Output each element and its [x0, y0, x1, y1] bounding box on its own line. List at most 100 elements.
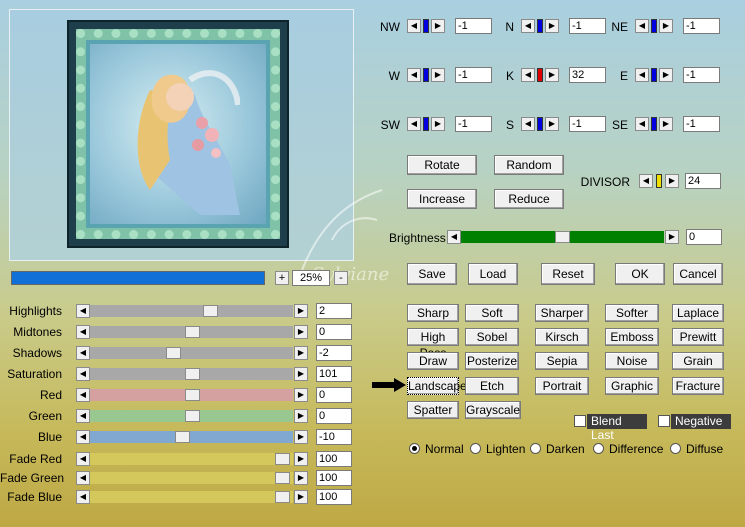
matrix-n-indicator[interactable]	[537, 19, 543, 33]
blend-diffuse-radio[interactable]	[670, 443, 681, 454]
fade-green-field[interactable]: 100	[316, 470, 352, 486]
red-thumb[interactable]	[185, 389, 200, 401]
load-button[interactable]: Load	[468, 263, 518, 285]
green-left-button[interactable]: ◀	[76, 409, 90, 423]
matrix-w-decrease-button[interactable]: ◀	[407, 68, 421, 82]
green-field[interactable]: 0	[316, 408, 352, 424]
red-left-button[interactable]: ◀	[76, 388, 90, 402]
fade-red-field[interactable]: 100	[316, 451, 352, 467]
preset-sharp-button[interactable]: Sharp	[407, 304, 459, 322]
divisor-indicator[interactable]	[656, 174, 662, 188]
negative-checkbox[interactable]	[658, 415, 670, 427]
matrix-e-decrease-button[interactable]: ◀	[635, 68, 649, 82]
matrix-n-decrease-button[interactable]: ◀	[521, 19, 535, 33]
preset-posterize-button[interactable]: Posterize	[465, 352, 519, 370]
matrix-k-indicator[interactable]	[537, 68, 543, 82]
fade-blue-track[interactable]	[90, 491, 293, 503]
preset-draw-button[interactable]: Draw	[407, 352, 459, 370]
matrix-s-increase-button[interactable]: ▶	[545, 117, 559, 131]
shadows-track[interactable]	[90, 347, 293, 359]
blue-thumb[interactable]	[175, 431, 190, 443]
midtones-right-button[interactable]: ▶	[294, 325, 308, 339]
preset-grayscale-button[interactable]: Grayscale	[465, 401, 521, 419]
brightness-left-button[interactable]: ◀	[447, 230, 461, 244]
reduce-button[interactable]: Reduce	[494, 189, 564, 209]
divisor-field[interactable]: 24	[685, 173, 721, 189]
preset-sobel-button[interactable]: Sobel	[465, 328, 519, 346]
matrix-ne-indicator[interactable]	[651, 19, 657, 33]
matrix-w-indicator[interactable]	[423, 68, 429, 82]
matrix-w-field[interactable]: -1	[455, 67, 492, 83]
matrix-n-increase-button[interactable]: ▶	[545, 19, 559, 33]
matrix-sw-decrease-button[interactable]: ◀	[407, 117, 421, 131]
blend-darken-radio[interactable]	[530, 443, 541, 454]
brightness-right-button[interactable]: ▶	[665, 230, 679, 244]
preset-grain-button[interactable]: Grain	[672, 352, 724, 370]
shadows-thumb[interactable]	[166, 347, 181, 359]
green-right-button[interactable]: ▶	[294, 409, 308, 423]
matrix-se-field[interactable]: -1	[683, 116, 720, 132]
fade-green-right-button[interactable]: ▶	[294, 471, 308, 485]
matrix-sw-field[interactable]: -1	[455, 116, 492, 132]
preset-fracture-button[interactable]: Fracture	[672, 377, 724, 395]
preset-graphic-button[interactable]: Graphic	[605, 377, 659, 395]
highlights-track[interactable]	[90, 305, 293, 317]
matrix-e-field[interactable]: -1	[683, 67, 720, 83]
preset-laplace-button[interactable]: Laplace	[672, 304, 724, 322]
shadows-left-button[interactable]: ◀	[76, 346, 90, 360]
matrix-nw-increase-button[interactable]: ▶	[431, 19, 445, 33]
matrix-se-increase-button[interactable]: ▶	[659, 117, 673, 131]
matrix-ne-decrease-button[interactable]: ◀	[635, 19, 649, 33]
matrix-nw-decrease-button[interactable]: ◀	[407, 19, 421, 33]
blend-last-checkbox[interactable]	[574, 415, 586, 427]
matrix-ne-increase-button[interactable]: ▶	[659, 19, 673, 33]
red-right-button[interactable]: ▶	[294, 388, 308, 402]
matrix-s-indicator[interactable]	[537, 117, 543, 131]
saturation-right-button[interactable]: ▶	[294, 367, 308, 381]
preset-etch-button[interactable]: Etch	[465, 377, 519, 395]
cancel-button[interactable]: Cancel	[673, 263, 723, 285]
midtones-left-button[interactable]: ◀	[76, 325, 90, 339]
blue-left-button[interactable]: ◀	[76, 430, 90, 444]
fade-blue-field[interactable]: 100	[316, 489, 352, 505]
shadows-right-button[interactable]: ▶	[294, 346, 308, 360]
preset-kirsch-button[interactable]: Kirsch	[535, 328, 589, 346]
preset-landscape-button[interactable]: Landscape	[407, 377, 467, 395]
blend-normal-radio[interactable]	[409, 443, 420, 454]
matrix-n-field[interactable]: -1	[569, 18, 606, 34]
blue-field[interactable]: -10	[316, 429, 352, 445]
matrix-e-increase-button[interactable]: ▶	[659, 68, 673, 82]
reset-button[interactable]: Reset	[541, 263, 595, 285]
matrix-k-field[interactable]: 32	[569, 67, 606, 83]
matrix-sw-increase-button[interactable]: ▶	[431, 117, 445, 131]
matrix-w-increase-button[interactable]: ▶	[431, 68, 445, 82]
preset-prewitt-button[interactable]: Prewitt	[672, 328, 724, 346]
matrix-se-decrease-button[interactable]: ◀	[635, 117, 649, 131]
highlights-left-button[interactable]: ◀	[76, 304, 90, 318]
preset-portrait-button[interactable]: Portrait	[535, 377, 589, 395]
blend-difference-radio[interactable]	[593, 443, 604, 454]
brightness-field[interactable]: 0	[686, 229, 722, 245]
blue-right-button[interactable]: ▶	[294, 430, 308, 444]
increase-button[interactable]: Increase	[407, 189, 477, 209]
fade-red-right-button[interactable]: ▶	[294, 452, 308, 466]
preset-high-pass-button[interactable]: High Pass	[407, 328, 459, 360]
blend-lighten-radio[interactable]	[470, 443, 481, 454]
midtones-field[interactable]: 0	[316, 324, 352, 340]
matrix-nw-indicator[interactable]	[423, 19, 429, 33]
matrix-ne-field[interactable]: -1	[683, 18, 720, 34]
preset-sharper-button[interactable]: Sharper	[535, 304, 589, 322]
zoom-in-button[interactable]: +	[275, 271, 289, 285]
matrix-se-indicator[interactable]	[651, 117, 657, 131]
divisor-increase-button[interactable]: ▶	[665, 174, 679, 188]
fade-red-thumb[interactable]	[275, 453, 290, 465]
save-button[interactable]: Save	[407, 263, 457, 285]
red-field[interactable]: 0	[316, 387, 352, 403]
fade-blue-right-button[interactable]: ▶	[294, 490, 308, 504]
matrix-e-indicator[interactable]	[651, 68, 657, 82]
fade-green-track[interactable]	[90, 472, 293, 484]
matrix-s-decrease-button[interactable]: ◀	[521, 117, 535, 131]
preset-spatter-button[interactable]: Spatter	[407, 401, 459, 419]
rotate-button[interactable]: Rotate	[407, 155, 477, 175]
highlights-thumb[interactable]	[203, 305, 218, 317]
